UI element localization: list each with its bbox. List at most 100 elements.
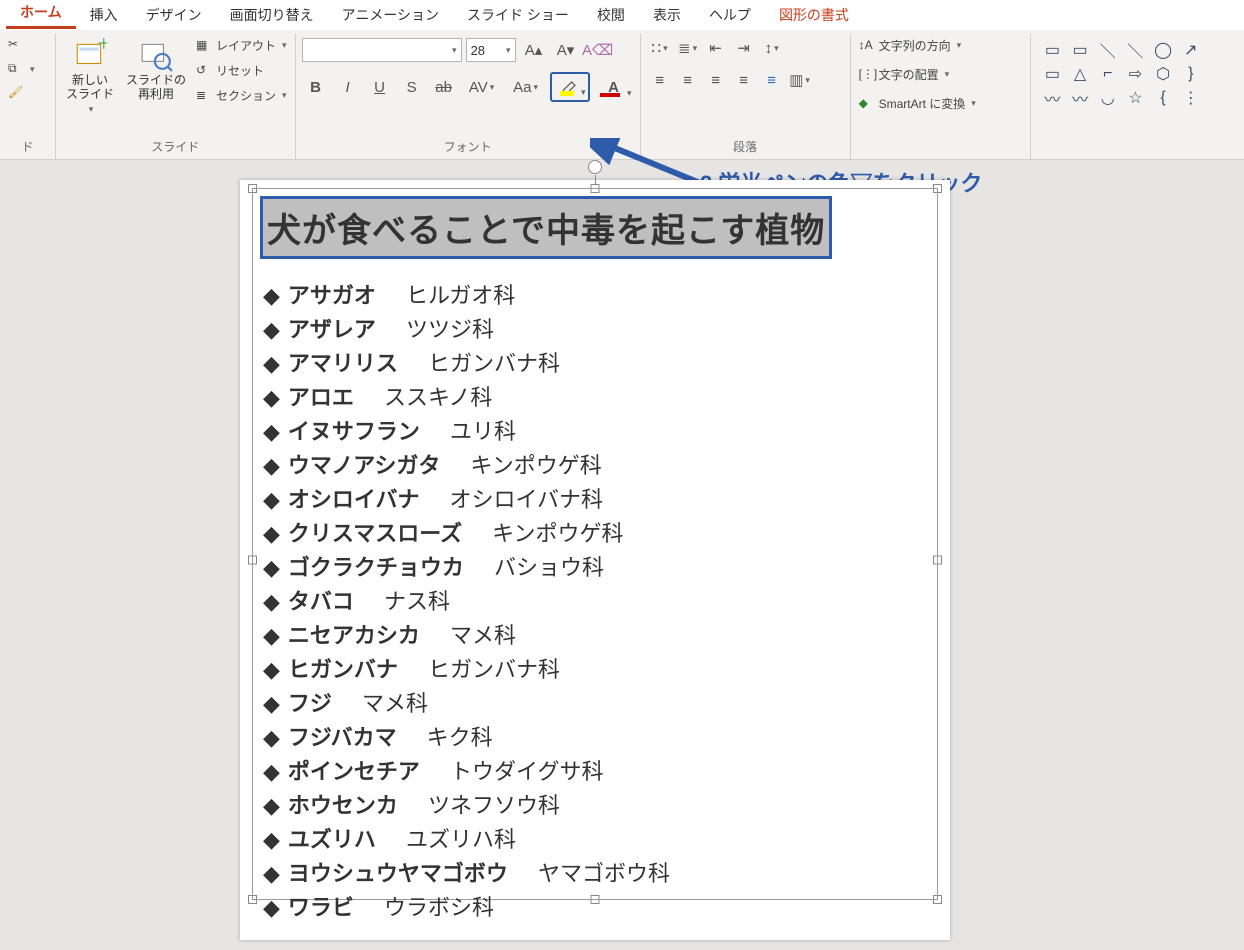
tab-home[interactable]: ホーム — [6, 0, 76, 29]
italic-button[interactable]: I — [334, 73, 362, 101]
shapes-gallery[interactable]: ▭ ▭ ＼ ＼ ◯ ↗ ▭ △ ⌐ ⇨ ⬡ } 〰 〰 ◡ ☆ { ⋮ — [1037, 36, 1207, 108]
scissors-icon: ✂ — [8, 37, 24, 53]
list-item: ◆ヨウシュウヤマゴボウヤマゴボウ科 — [263, 856, 927, 888]
tab-design[interactable]: デザイン — [132, 1, 216, 29]
shape-arrowr-icon[interactable]: ⇨ — [1123, 63, 1149, 85]
strike-button[interactable]: ab — [430, 73, 458, 101]
shape-textbox2-icon[interactable]: ▭ — [1067, 39, 1093, 61]
copy-icon: ⧉ — [8, 61, 24, 77]
bullets-button[interactable]: ∷▾ — [647, 36, 673, 60]
shape-textbox-icon[interactable]: ▭ — [1040, 39, 1066, 61]
list-item: ◆ ヒガンバナヒガンバナ科 — [263, 652, 927, 684]
shape-line2-icon[interactable]: ＼ — [1123, 39, 1149, 61]
rotation-handle[interactable] — [588, 160, 602, 174]
shape-brace-icon[interactable]: } — [1178, 63, 1204, 85]
change-case-button[interactable]: Aa▾ — [506, 73, 546, 101]
content-textbox[interactable]: 犬が食べることで中毒を起こす植物 ◆アサガオヒルガオ科◆アザレアツツジ科◆アマリ… — [252, 188, 938, 900]
cut-button[interactable]: ✂ — [6, 36, 37, 54]
eraser-icon: A⌫ — [582, 41, 613, 59]
plant-family: キンポウゲ科 — [492, 516, 623, 548]
plant-family: ユリ科 — [450, 414, 516, 446]
align-left-button[interactable]: ≡ — [647, 68, 673, 92]
shape-elbow-icon[interactable]: ⌐ — [1095, 63, 1121, 85]
list-item: ◆ホウセンカツネフソウ科 — [263, 788, 927, 820]
plant-family: トウダイグサ科 — [450, 754, 604, 786]
line-spacing-button[interactable]: ↕▾ — [759, 36, 785, 60]
slide-canvas[interactable]: 2.蛍光ペンの色▽をクリック 1.文字を選択 犬が食べることで中毒を起こす植物 … — [0, 160, 1244, 950]
selected-title[interactable]: 犬が食べることで中毒を起こす植物 — [263, 199, 829, 256]
plant-family: ヒルガオ科 — [406, 278, 515, 310]
copy-button[interactable]: ⧉▾ — [6, 60, 37, 78]
shape-curve2-icon[interactable]: 〰 — [1067, 87, 1093, 109]
shape-line-icon[interactable]: ＼ — [1095, 39, 1121, 61]
shape-triangle-icon[interactable]: △ — [1067, 63, 1093, 85]
indent-dec-button[interactable]: ⇤ — [703, 36, 729, 60]
shape-rect-icon[interactable]: ▭ — [1040, 63, 1066, 85]
reuse-slides-icon — [139, 38, 173, 72]
shape-oval-icon[interactable]: ◯ — [1150, 39, 1176, 61]
bullet-icon: ◆ — [263, 657, 280, 683]
plant-name: アマリリス — [288, 346, 398, 378]
smartart-button[interactable]: ◆SmartArt に変換▾ — [857, 94, 978, 113]
shape-more-icon[interactable]: ⋮ — [1178, 87, 1204, 109]
columns-button[interactable]: ▥▾ — [787, 68, 813, 92]
bullet-icon: ◆ — [263, 453, 280, 479]
char-spacing-button[interactable]: AV▾ — [462, 73, 502, 101]
bold-button[interactable]: B — [302, 73, 330, 101]
reset-button[interactable]: ↺リセット — [194, 61, 289, 80]
plant-name: フジバカマ — [288, 720, 397, 752]
align-right-button[interactable]: ≡ — [703, 68, 729, 92]
plant-name: アサガオ — [288, 278, 376, 310]
tab-insert[interactable]: 挿入 — [76, 1, 132, 29]
tab-transitions[interactable]: 画面切り替え — [216, 1, 328, 29]
shape-arc-icon[interactable]: ◡ — [1095, 87, 1121, 109]
highlight-color-button[interactable]: ▾ — [550, 72, 590, 102]
format-painter-button[interactable]: 🖌 — [6, 84, 37, 102]
plant-family: マメ科 — [450, 618, 516, 650]
shape-curve-icon[interactable]: 〰 — [1040, 87, 1066, 109]
plant-family: ヒガンバナ科 — [428, 652, 560, 684]
list-item: ◆ポインセチアトウダイグサ科 — [263, 754, 927, 786]
section-button[interactable]: ≣セクション▾ — [194, 86, 289, 105]
numbering-button[interactable]: ≣▾ — [675, 36, 701, 60]
tab-shape-format[interactable]: 図形の書式 — [765, 1, 863, 29]
align-center-button[interactable]: ≡ — [675, 68, 701, 92]
shape-callout-icon[interactable]: ☆ — [1123, 87, 1149, 109]
underline-button[interactable]: U — [366, 73, 394, 101]
grow-font-button[interactable]: A▴ — [520, 36, 548, 64]
slide[interactable]: 犬が食べることで中毒を起こす植物 ◆アサガオヒルガオ科◆アザレアツツジ科◆アマリ… — [240, 180, 950, 940]
layout-button[interactable]: ▦レイアウト▾ — [194, 36, 289, 55]
text-align-button[interactable]: [⋮]文字の配置▾ — [857, 65, 978, 84]
plant-family: ツネフソウ科 — [428, 788, 560, 820]
font-name-combo[interactable]: ▾ — [302, 38, 462, 62]
shadow-button[interactable]: S — [398, 73, 426, 101]
shrink-font-button[interactable]: A▾ — [552, 36, 580, 64]
clear-format-button[interactable]: A⌫ — [584, 36, 612, 64]
indent-inc-button[interactable]: ⇥ — [731, 36, 757, 60]
text-direction-button[interactable]: ↕A文字列の方向▾ — [857, 36, 978, 55]
bullet-icon: ◆ — [263, 487, 280, 513]
bullet-icon: ◆ — [263, 861, 280, 887]
shape-brace2-icon[interactable]: { — [1150, 87, 1176, 109]
tab-animations[interactable]: アニメーション — [328, 1, 453, 29]
justify-button[interactable]: ≡ — [731, 68, 757, 92]
tab-review[interactable]: 校閲 — [583, 1, 639, 29]
tab-help[interactable]: ヘルプ — [695, 1, 765, 29]
shape-hex-icon[interactable]: ⬡ — [1150, 63, 1176, 85]
bullet-icon: ◆ — [263, 419, 280, 445]
plant-family: キク科 — [427, 720, 493, 752]
list-item: ◆ウマノアシガタキンポウゲ科 — [263, 448, 927, 480]
tab-slideshow[interactable]: スライド ショー — [453, 1, 583, 29]
slides-group-label: スライド — [62, 136, 289, 159]
distribute-button[interactable]: ≡ — [759, 68, 785, 92]
ribbon-tabs: ホーム 挿入 デザイン 画面切り替え アニメーション スライド ショー 校閲 表… — [0, 0, 1244, 30]
font-size-combo[interactable]: 28▾ — [466, 38, 516, 62]
tab-view[interactable]: 表示 — [639, 1, 695, 29]
bullet-icon: ◆ — [263, 827, 280, 853]
new-slide-button[interactable]: ＋ 新しい スライド ▾ — [62, 36, 118, 117]
shape-arrow-icon[interactable]: ↗ — [1178, 39, 1204, 61]
plant-name: ヒガンバナ — [288, 652, 398, 684]
reuse-slides-button[interactable]: スライドの 再利用 — [122, 36, 190, 104]
bullet-icon: ◆ — [263, 385, 280, 411]
font-color-button[interactable]: A ▾ — [594, 73, 634, 101]
